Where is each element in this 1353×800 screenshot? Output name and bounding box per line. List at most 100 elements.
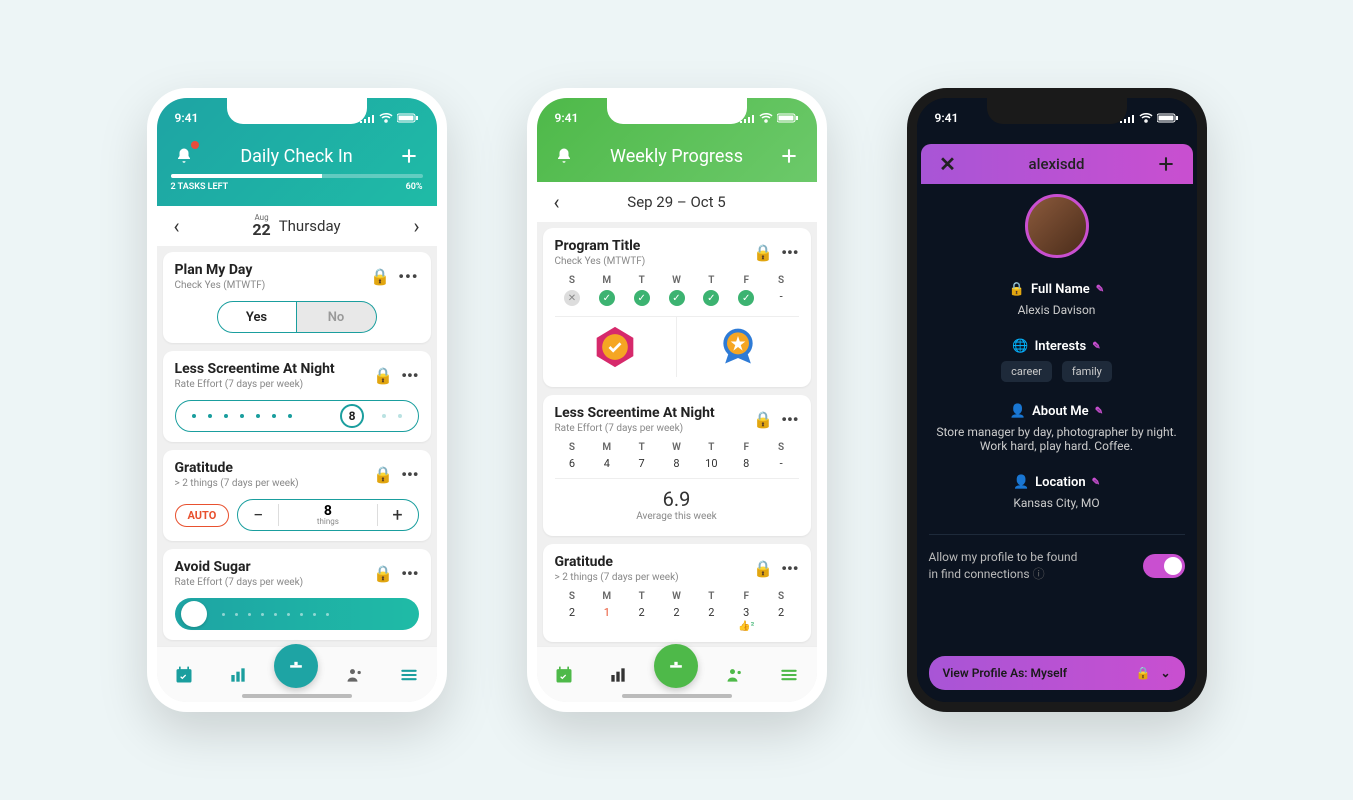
more-icon[interactable]: •••: [401, 366, 418, 385]
interest-tag[interactable]: family: [1062, 361, 1112, 382]
card-gratitude: Gratitude > 2 things (7 days per week) 🔒…: [163, 450, 431, 541]
home-indicator: [242, 694, 352, 698]
edit-icon[interactable]: ✎: [1092, 477, 1100, 488]
card-screentime-weekly: Less Screentime At Night Rate Effort (7 …: [543, 395, 811, 536]
card-screentime: Less Screentime At Night Rate Effort (7 …: [163, 351, 431, 442]
bell-icon[interactable]: [171, 143, 197, 169]
check-icon: ✓: [669, 290, 685, 306]
auto-button[interactable]: AUTO: [175, 504, 230, 527]
phone-checkin: 9:41 Daily Check In 2 TASKS LEFT: [147, 88, 447, 712]
lock-icon: 🔒: [753, 410, 773, 429]
more-icon[interactable]: •••: [781, 559, 798, 578]
status-time: 9:41: [935, 111, 959, 125]
interests-label: Interests: [1035, 339, 1087, 354]
check-icon: ✓: [634, 290, 650, 306]
battery-icon: [397, 113, 419, 123]
tab-calendar[interactable]: [546, 657, 582, 693]
more-icon[interactable]: •••: [781, 243, 798, 262]
prev-day[interactable]: ‹: [167, 214, 187, 238]
avatar[interactable]: [1025, 194, 1089, 258]
plus-button[interactable]: +: [378, 505, 418, 526]
tabbar: [157, 646, 437, 702]
edit-icon[interactable]: ✎: [1092, 341, 1100, 352]
minus-button[interactable]: −: [238, 505, 278, 526]
lock-icon: 🔒: [373, 564, 393, 583]
date-range: Sep 29 – Oct 5: [567, 193, 787, 211]
slider-thumb[interactable]: [181, 601, 207, 627]
tab-stats[interactable]: [220, 657, 256, 693]
card-plan-day: Plan My Day Check Yes (MTWTF) 🔒 ••• Yes N…: [163, 252, 431, 343]
edit-icon[interactable]: ✎: [1096, 284, 1104, 295]
effort-slider[interactable]: [175, 598, 419, 630]
prev-week[interactable]: ‹: [547, 190, 567, 214]
lock-icon: 🔒: [753, 559, 773, 578]
tabbar: [537, 646, 817, 702]
notch: [987, 98, 1127, 124]
card-sugar: Avoid Sugar Rate Effort (7 days per week…: [163, 549, 431, 640]
lock-icon: 🔒: [373, 366, 393, 385]
wifi-icon: [379, 113, 393, 123]
badge-blue: [677, 317, 799, 377]
more-icon[interactable]: •••: [401, 465, 418, 484]
more-icon[interactable]: •••: [781, 410, 798, 429]
privacy-label: Allow my profile to be found in find con…: [929, 550, 1078, 581]
x-icon: ✕: [564, 290, 580, 306]
header-title: Daily Check In: [240, 146, 352, 167]
card-sub: Check Yes (MTWTF): [175, 280, 266, 291]
tab-people[interactable]: [717, 657, 753, 693]
check-icon: ✓: [599, 290, 615, 306]
wifi-icon: [759, 113, 773, 123]
close-button[interactable]: ✕: [935, 151, 961, 177]
privacy-toggle[interactable]: [1143, 554, 1185, 578]
username: alexisdd: [1029, 155, 1085, 173]
tab-fab[interactable]: [654, 644, 698, 688]
next-day[interactable]: ›: [407, 214, 427, 238]
rating-thumb[interactable]: 8: [340, 404, 364, 428]
add-button[interactable]: [776, 143, 802, 169]
more-icon[interactable]: •••: [398, 267, 418, 286]
yes-no-toggle[interactable]: Yes No: [175, 301, 419, 333]
edit-icon[interactable]: ✎: [1095, 406, 1103, 417]
check-icon: ✓: [738, 290, 754, 306]
card-gratitude-weekly: Gratitude > 2 things (7 days per week) 🔒…: [543, 544, 811, 642]
lock-icon: 🔒: [753, 243, 773, 262]
tab-menu[interactable]: [771, 657, 807, 693]
phone-weekly: 9:41 Weekly Progress ‹ Sep 29 – Oct 5: [527, 88, 827, 712]
chevron-down-icon: ⌄: [1160, 666, 1170, 680]
more-icon[interactable]: •••: [401, 564, 418, 583]
tab-menu[interactable]: [391, 657, 427, 693]
add-button[interactable]: [1153, 151, 1179, 177]
tab-fab[interactable]: [274, 644, 318, 688]
header-title: Weekly Progress: [610, 146, 743, 167]
status-time: 9:41: [555, 111, 579, 125]
view-profile-as[interactable]: View Profile As: Myself 🔒⌄: [929, 656, 1185, 690]
date-badge[interactable]: Aug 22: [252, 214, 270, 238]
tab-calendar[interactable]: [166, 657, 202, 693]
no-button[interactable]: No: [297, 301, 377, 333]
person-icon: 👤: [1013, 475, 1029, 490]
wifi-icon: [1139, 113, 1153, 123]
tab-people[interactable]: [337, 657, 373, 693]
lock-icon: 🔒: [373, 465, 393, 484]
notch: [607, 98, 747, 124]
status-time: 9:41: [175, 111, 199, 125]
interest-tag[interactable]: career: [1001, 361, 1052, 382]
lock-icon: 🔒: [370, 267, 390, 286]
person-icon: 👤: [1010, 404, 1026, 419]
info-icon[interactable]: ⓘ: [1033, 567, 1045, 581]
card-title: Plan My Day: [175, 262, 266, 278]
progress-percent: 60%: [406, 182, 423, 192]
home-indicator: [622, 694, 732, 698]
about-value: Store manager by day, photographer by ni…: [929, 425, 1185, 453]
add-button[interactable]: [396, 143, 422, 169]
tab-stats[interactable]: [600, 657, 636, 693]
battery-icon: [777, 113, 799, 123]
rating-slider[interactable]: 8: [175, 400, 419, 432]
lock-icon: 🔒: [1135, 666, 1150, 680]
bell-icon[interactable]: [551, 143, 577, 169]
thumbs-up-icon: 👍²: [738, 621, 754, 632]
stepper[interactable]: − 8things +: [237, 499, 418, 531]
yes-button[interactable]: Yes: [217, 301, 297, 333]
tasks-left: 2 TASKS LEFT: [171, 182, 229, 192]
location-value: Kansas City, MO: [929, 496, 1185, 510]
